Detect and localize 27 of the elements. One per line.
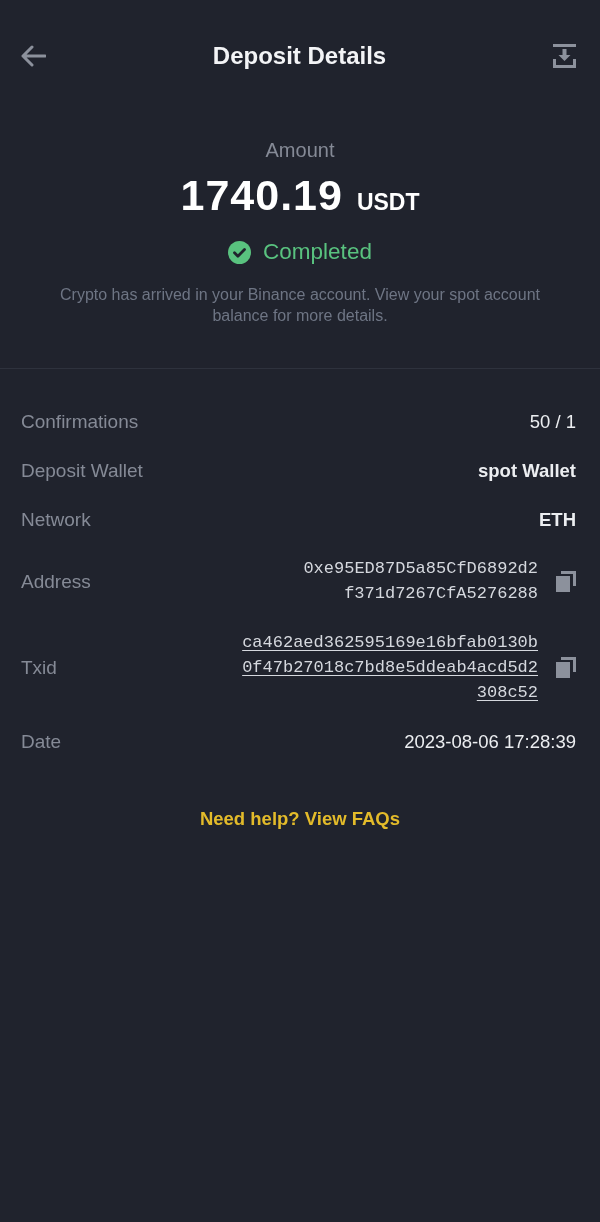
detail-value: spot Wallet xyxy=(478,459,576,483)
currency-label: USDT xyxy=(356,189,420,216)
status-text: Completed xyxy=(263,238,372,266)
back-arrow-icon xyxy=(20,45,46,67)
detail-value: 2023-08-06 17:28:39 xyxy=(404,730,576,754)
detail-label: Date xyxy=(21,730,62,754)
download-icon xyxy=(553,44,576,68)
amount-label: Amount xyxy=(265,140,335,160)
detail-value: ETH xyxy=(539,508,576,532)
detail-label: Deposit Wallet xyxy=(21,459,143,483)
help-faq-link[interactable]: Need help? View FAQs xyxy=(199,806,401,831)
address-value: 0xe95ED87D5a85CfD6892d2f371d7267CfA5276288 xyxy=(303,558,538,605)
copy-icon xyxy=(556,657,576,678)
page-title: Deposit Details xyxy=(212,41,387,71)
status-message: Crypto has arrived in your Binance account. View your spot account balance for more details. xyxy=(59,285,541,326)
detail-value: 50 / 1 xyxy=(529,410,576,434)
copy-button[interactable] xyxy=(556,657,576,678)
detail-label: Network xyxy=(21,508,91,532)
copy-button[interactable] xyxy=(556,570,576,592)
amount-value: 1740.19 xyxy=(180,171,343,219)
txid-link[interactable]: ca462aed362595169e16bfab0130b0f47b27018c7bd8e5ddeab4acd5d2308c52 xyxy=(242,630,538,705)
detail-label: Confirmations xyxy=(21,410,139,434)
detail-label: Address xyxy=(21,569,91,594)
back-button[interactable] xyxy=(20,45,46,67)
detail-label: Txid xyxy=(21,656,57,680)
copy-icon xyxy=(556,570,576,592)
download-button[interactable] xyxy=(553,44,576,68)
